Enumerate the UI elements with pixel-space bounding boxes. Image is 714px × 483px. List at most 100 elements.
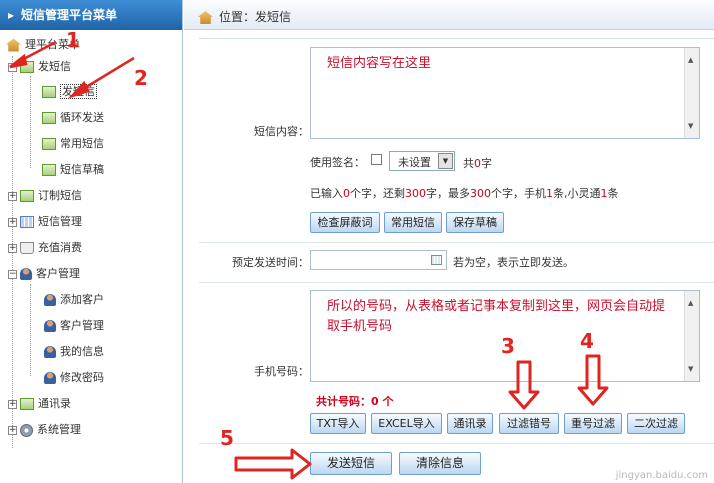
sidebar-item-contacts[interactable]: + 通讯录 xyxy=(8,395,71,413)
stats-text: 条 xyxy=(607,187,619,200)
excel-import-button[interactable]: EXCEL导入 xyxy=(371,413,442,434)
breadcrumb: 位置：发短信 xyxy=(184,0,714,30)
sidebar-item-system[interactable]: + 系统管理 xyxy=(8,421,81,439)
expand-icon[interactable]: + xyxy=(8,243,17,253)
send-sms-form: 短信内容： 短信内容写在这里 ▲ ▼ 使用签名： 未设置 ▼ 共0字 已输入0个字，… xyxy=(199,38,714,483)
txt-import-button[interactable]: TXT导入 xyxy=(310,413,366,434)
sidebar-item-order[interactable]: + 订制短信 xyxy=(8,187,82,205)
sidebar-item-customer-manage[interactable]: 客户管理 xyxy=(44,317,104,335)
annotation-number-1: 1 xyxy=(66,28,80,52)
dropdown-arrow-icon: ▼ xyxy=(438,153,453,169)
user-icon xyxy=(44,346,56,358)
sidebar-item-loop[interactable]: 循环发送 xyxy=(42,109,104,127)
schedule-hint: 若为空，表示立即发送。 xyxy=(453,256,574,269)
stats-text: 个字，手机 xyxy=(491,187,546,200)
stats-mobile-count: 1 xyxy=(546,187,553,200)
sidebar-item-change-password[interactable]: 修改密码 xyxy=(44,369,104,387)
stats-text: 字，最多 xyxy=(426,187,470,200)
stats-phs-count: 1 xyxy=(600,187,608,200)
gear-icon xyxy=(20,423,33,437)
sidebar-item-label: 常用短信 xyxy=(60,137,104,150)
scroll-up-icon: ▲ xyxy=(688,56,694,64)
save-draft-button[interactable]: 保存草稿 xyxy=(446,212,504,233)
expand-icon[interactable]: + xyxy=(8,217,17,227)
scroll-up-icon: ▲ xyxy=(688,299,694,307)
content-scrollbar[interactable]: ▲ ▼ xyxy=(684,48,699,138)
sidebar-title: 短信管理平台菜单 xyxy=(21,8,118,22)
divider xyxy=(199,242,714,243)
breadcrumb-text: 位置：发短信 xyxy=(219,10,292,24)
users-icon xyxy=(20,268,32,280)
mail-icon xyxy=(20,190,34,202)
content-textarea[interactable]: 短信内容写在这里 ▲ ▼ xyxy=(310,47,700,139)
scroll-down-icon: ▼ xyxy=(688,365,694,373)
stats-text: 个字，还剩 xyxy=(350,187,405,200)
phone-text: 所以的号码，从表格或者记事本复制到这里，网页会自动提取手机号码 xyxy=(327,299,666,334)
mail-icon xyxy=(42,112,56,124)
mail-icon xyxy=(42,86,56,98)
sign-checkbox[interactable] xyxy=(371,154,382,165)
collapse-icon[interactable]: − xyxy=(8,269,17,279)
sidebar-item-customer[interactable]: − 客户管理 xyxy=(8,265,80,283)
scroll-down-icon: ▼ xyxy=(688,122,694,130)
annotation-number-5: 5 xyxy=(220,426,234,450)
char-count: 共0字 xyxy=(463,155,492,171)
cart-icon xyxy=(20,242,34,254)
home-icon xyxy=(198,11,213,24)
check-blocked-words-button[interactable]: 检查屏蔽词 xyxy=(310,212,380,233)
sidebar-item-send-sub[interactable]: 发短信 xyxy=(42,83,97,101)
expand-icon[interactable]: + xyxy=(8,425,17,435)
sign-select[interactable]: 未设置 ▼ xyxy=(389,151,455,171)
expand-icon[interactable]: + xyxy=(8,399,17,409)
contacts-icon xyxy=(20,398,34,410)
dedupe-button[interactable]: 重号过滤 xyxy=(564,413,622,434)
contacts-button[interactable]: 通讯录 xyxy=(447,413,493,434)
calendar-icon[interactable] xyxy=(431,255,442,265)
sidebar-item-label: 客户管理 xyxy=(60,319,104,332)
sidebar-item-draft[interactable]: 短信草稿 xyxy=(42,161,104,179)
annotation-number-4: 4 xyxy=(580,329,594,353)
expand-icon[interactable]: + xyxy=(8,191,17,201)
collapse-icon[interactable]: − xyxy=(8,62,17,72)
phone-scrollbar[interactable]: ▲ ▼ xyxy=(684,291,699,381)
sidebar-item-my-info[interactable]: 我的信息 xyxy=(44,343,104,361)
common-sms-button[interactable]: 常用短信 xyxy=(384,212,442,233)
sidebar-item-label: 添加客户 xyxy=(60,293,104,306)
schedule-input[interactable] xyxy=(310,250,447,270)
mail-icon xyxy=(42,164,56,176)
second-filter-button[interactable]: 二次过滤 xyxy=(627,413,685,434)
clear-info-button[interactable]: 清除信息 xyxy=(399,452,481,475)
filter-error-button[interactable]: 过滤错号 xyxy=(499,413,559,434)
divider xyxy=(199,443,714,444)
tree-line xyxy=(30,284,31,376)
sign-select-value: 未设置 xyxy=(398,156,431,169)
sign-label: 使用签名： xyxy=(310,156,365,169)
send-sms-button[interactable]: 发送短信 xyxy=(310,452,392,475)
sidebar-item-add-customer[interactable]: 添加客户 xyxy=(44,291,104,309)
char-count-value: 0 xyxy=(474,157,481,170)
sidebar-item-label: 发短信 xyxy=(38,60,71,73)
sidebar-item-label: 订制短信 xyxy=(38,189,82,202)
sidebar: ▸ 短信管理平台菜单 理平台菜单 − 发短信 发短信 循环发送 常用短信 短信草稿 xyxy=(0,0,183,483)
stats-max-count: 300 xyxy=(470,187,491,200)
stats-text: 条,小灵通 xyxy=(553,187,601,200)
char-count-prefix: 共 xyxy=(463,157,474,170)
sidebar-item-send[interactable]: − 发短信 xyxy=(8,58,71,76)
phone-label: 手机号码： xyxy=(254,365,309,378)
sidebar-item-label: 循环发送 xyxy=(60,111,104,124)
mail-icon xyxy=(42,138,56,150)
stats-remain-count: 300 xyxy=(405,187,426,200)
sidebar-header: ▸ 短信管理平台菜单 xyxy=(0,0,182,30)
sidebar-item-recharge[interactable]: + 充值消费 xyxy=(8,239,82,257)
sidebar-item-manage[interactable]: + 短信管理 xyxy=(8,213,82,231)
annotation-number-2: 2 xyxy=(134,66,148,90)
sidebar-item-common[interactable]: 常用短信 xyxy=(42,135,104,153)
sidebar-header-arrow-icon: ▸ xyxy=(8,8,15,22)
total-numbers: 共计号码：0 个 xyxy=(316,395,394,408)
table-icon xyxy=(20,216,34,228)
home-icon xyxy=(6,38,21,52)
user-icon xyxy=(44,320,56,332)
sidebar-item-label: 客户管理 xyxy=(36,267,80,280)
sidebar-item-label: 通讯录 xyxy=(38,397,71,410)
sidebar-item-label: 短信管理 xyxy=(38,215,82,228)
